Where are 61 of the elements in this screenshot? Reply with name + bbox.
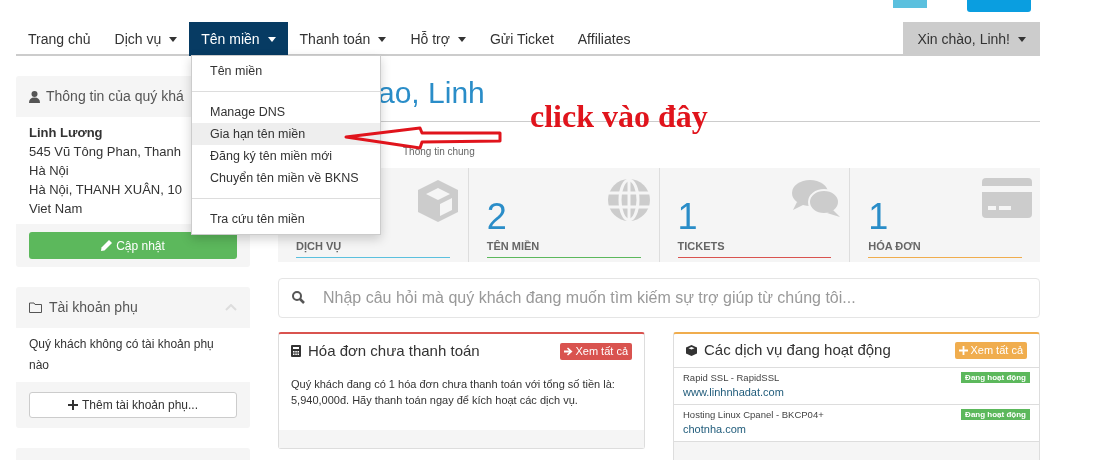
page-heading: ao, Linh bbox=[378, 75, 485, 111]
status-badge: Đang hoạt động bbox=[961, 372, 1030, 383]
stat-label[interactable]: DỊCH VỤ bbox=[296, 238, 450, 258]
nav-tab[interactable]: Trang chủ bbox=[16, 22, 103, 56]
dropdown-item[interactable]: Manage DNS bbox=[192, 101, 380, 123]
domain-link[interactable]: chotnha.com bbox=[683, 422, 746, 437]
cube-icon bbox=[686, 345, 697, 356]
card-title: Tài khoản phụ bbox=[49, 298, 138, 317]
stat-count: 1 bbox=[677, 196, 698, 237]
view-all-button[interactable]: Xem tất cả bbox=[560, 342, 632, 360]
chevron-up-icon[interactable] bbox=[225, 304, 237, 311]
panel-title: Các dịch vụ đang hoạt động bbox=[704, 340, 891, 361]
globe-icon bbox=[606, 178, 651, 222]
stat-count: 1 bbox=[868, 196, 889, 237]
dropdown-item[interactable]: Tra cứu tên miền bbox=[192, 208, 380, 230]
panel-title: Hóa đơn chưa thanh toán bbox=[308, 340, 480, 361]
calculator-icon bbox=[291, 345, 301, 357]
folder-icon bbox=[29, 302, 42, 313]
address-line: Hà Nội bbox=[29, 162, 69, 180]
plus-icon bbox=[959, 346, 969, 355]
top-button[interactable] bbox=[967, 0, 1031, 12]
pencil-icon bbox=[101, 240, 113, 251]
plus-icon bbox=[67, 400, 78, 410]
nav-tab[interactable]: Thanh toán bbox=[287, 22, 399, 56]
nav-tab[interactable]: Tên miền bbox=[189, 22, 288, 56]
arrow-right-icon bbox=[564, 346, 574, 356]
nav-tab[interactable]: Affiliates bbox=[565, 22, 643, 56]
caret-icon bbox=[1018, 36, 1026, 42]
dropdown-item[interactable]: Đăng ký tên miền mới bbox=[192, 145, 380, 167]
customer-name: Linh Lương bbox=[29, 124, 103, 142]
nav-tab[interactable]: Hỗ trợ bbox=[398, 22, 478, 56]
address-line: Hà Nội, THANH XUÂN, 10 bbox=[29, 181, 182, 199]
status-badge: Đang hoạt động bbox=[961, 409, 1030, 420]
stat-count: 2 bbox=[486, 196, 507, 237]
service-name: Hosting Linux Cpanel - BKCP04+ bbox=[683, 408, 824, 422]
nav-tab[interactable]: Dịch vụ bbox=[102, 22, 190, 56]
credit-card-icon bbox=[982, 178, 1032, 218]
sub-accounts-text: Quý khách không có tài khoản phụ nào bbox=[16, 328, 250, 382]
user-icon bbox=[29, 90, 40, 103]
search-field[interactable]: Nhập câu hỏi mà quý khách đang muốn tìm kiếm sự trợ giúp từ chúng tôi... bbox=[278, 278, 1040, 318]
breadcrumb: Thông tin chung bbox=[403, 146, 475, 157]
dropdown-item[interactable]: Chuyển tên miền về BKNS bbox=[192, 167, 380, 189]
add-sub-account-button[interactable]: Thêm tài khoản phụ... bbox=[29, 392, 237, 418]
search-icon bbox=[292, 291, 305, 304]
invoice-summary: Quý khách đang có 1 hóa đơn chưa thanh toán với tổng số tiền là: 5,940,000đ. Hãy thanh toán ngay để kích hoạt các dịch vụ. bbox=[290, 377, 616, 408]
card-title: Thông tin của quý khá bbox=[46, 87, 184, 106]
domain-link[interactable]: www.linhnhadat.com bbox=[683, 385, 784, 400]
user-menu[interactable]: Xin chào, Linh! bbox=[903, 22, 1040, 56]
stat-label[interactable]: TICKETS bbox=[677, 238, 832, 258]
address-line: Viet Nam bbox=[29, 200, 83, 218]
annotation-text: click vào đây bbox=[530, 97, 708, 136]
dropdown-item[interactable]: Tên miền bbox=[192, 60, 380, 82]
top-toggle[interactable] bbox=[893, 0, 927, 8]
cube-icon bbox=[415, 178, 460, 224]
stat-label[interactable]: HÓA ĐƠN bbox=[868, 238, 1022, 258]
address-line: 545 Vũ Tông Phan, Thanh bbox=[29, 143, 182, 161]
nav-tab[interactable]: Gửi Ticket bbox=[477, 22, 566, 56]
dropdown-item[interactable]: Gia hạn tên miền bbox=[192, 123, 380, 145]
chat-icon bbox=[791, 178, 842, 218]
stat-label[interactable]: TÊN MIỀN bbox=[486, 238, 641, 258]
service-name: Rapid SSL - RapidSSL bbox=[683, 371, 780, 385]
